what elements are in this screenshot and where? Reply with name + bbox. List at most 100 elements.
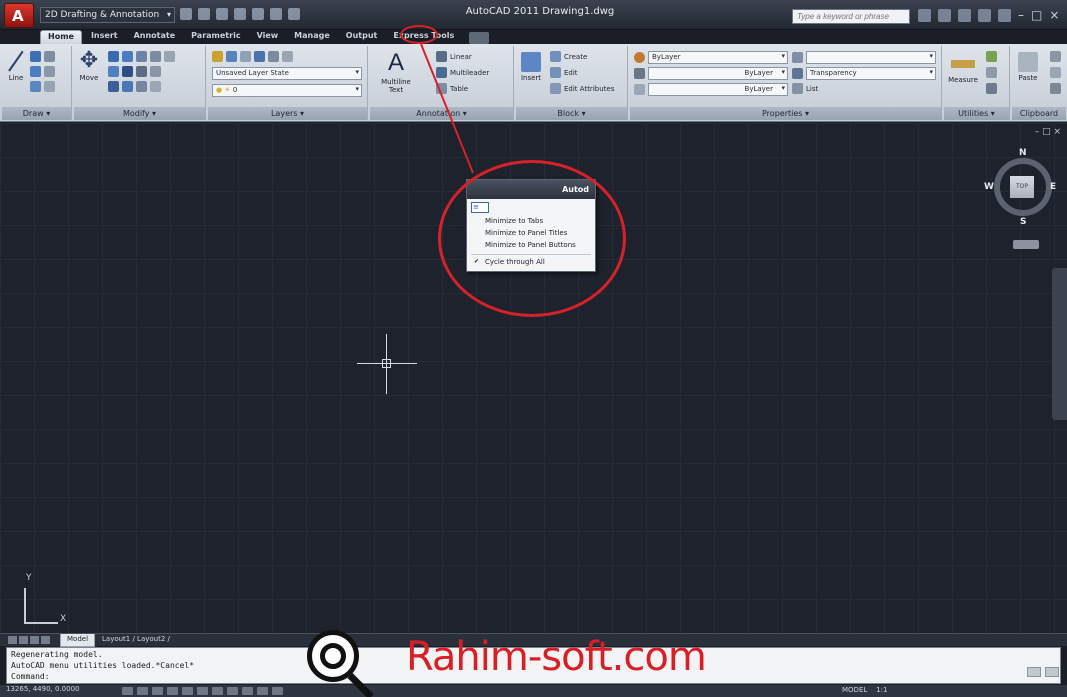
offset-icon[interactable] [122,81,133,92]
match-icon[interactable] [1050,83,1061,94]
grid-icon[interactable] [137,687,148,695]
viewcube[interactable]: TOP N S E W [984,148,1056,227]
create-label[interactable]: Create [564,53,587,61]
array-icon[interactable] [136,66,147,77]
multiline-text-button[interactable]: A Multiline Text [374,50,418,95]
tab-output[interactable]: Output [339,30,385,44]
layer-freeze-icon[interactable] [268,51,279,62]
osnap-icon[interactable] [182,687,193,695]
save-icon[interactable] [216,8,228,20]
undo-icon[interactable] [252,8,264,20]
tab-manage[interactable]: Manage [287,30,337,44]
insert-button[interactable]: Insert [518,50,544,82]
plot-style-icon[interactable] [792,52,803,63]
dyn-icon[interactable] [227,687,238,695]
layout-nav-arrows[interactable] [8,636,50,644]
compass-east[interactable]: E [1050,182,1056,192]
plot-style-dropdown[interactable] [806,51,936,64]
linear-label[interactable]: Linear [450,53,472,61]
join-icon[interactable] [150,81,161,92]
tab-model[interactable]: Model [60,634,96,647]
mirror-icon[interactable] [150,51,161,62]
annotation-scale[interactable]: 1:1 [876,686,887,694]
circle-icon[interactable] [30,66,41,77]
viewport-controls[interactable]: – □ × [1035,127,1061,137]
tab-home[interactable]: Home [40,30,82,44]
table-label[interactable]: Table [450,85,468,93]
break-icon[interactable] [136,81,147,92]
explode-icon[interactable] [150,66,161,77]
cursor-coordinates[interactable]: 13265, 4490, 0.0000 [6,685,79,693]
move-button[interactable]: ✥ Move [76,50,102,83]
cut-icon[interactable] [1050,51,1061,62]
layer-isolate-icon[interactable] [254,51,265,62]
hatch-icon[interactable] [44,81,55,92]
tab-layouts[interactable]: Layout1 / Layout2 / [96,634,176,647]
qp-icon[interactable] [257,687,268,695]
quick-select-icon[interactable] [986,51,997,62]
ortho-icon[interactable] [152,687,163,695]
polar-icon[interactable] [167,687,178,695]
communication-icon[interactable] [958,9,971,22]
panel-title-properties[interactable]: Properties ▾ [630,107,941,120]
paste-button[interactable]: Paste [1014,50,1042,82]
copy-clip-icon[interactable] [1050,67,1061,78]
color-dropdown[interactable]: ByLayer [648,51,788,64]
workspace-dropdown[interactable]: 2D Drafting & Annotation ▾ [40,7,175,23]
snap-icon[interactable] [122,687,133,695]
ducs-icon[interactable] [212,687,223,695]
tab-insert[interactable]: Insert [84,30,125,44]
layer-dropdown[interactable]: ● ☀ 0 [212,84,362,97]
scroll-left-icon[interactable] [1027,667,1041,677]
wcs-menu-button[interactable] [1013,240,1039,249]
scroll-right-icon[interactable] [1045,667,1059,677]
tab-view[interactable]: View [250,30,286,44]
layer-icon[interactable] [226,51,237,62]
point-style-icon[interactable] [986,67,997,78]
multileader-label[interactable]: Multileader [450,69,489,77]
linetype-dropdown[interactable]: ByLayer [648,67,788,80]
redo-icon[interactable] [270,8,282,20]
application-menu-button[interactable]: A [4,3,34,28]
edit-attributes-label[interactable]: Edit Attributes [564,85,614,93]
layer-lock-icon[interactable] [282,51,293,62]
layer-state-dropdown[interactable]: Unsaved Layer State [212,67,362,80]
minimize-icon[interactable]: – [1018,9,1024,22]
maximize-icon[interactable]: □ [1031,9,1042,22]
sc-icon[interactable] [272,687,283,695]
panel-title-draw[interactable]: Draw ▾ [2,107,71,120]
plot-icon[interactable] [234,8,246,20]
match-properties-icon[interactable] [634,52,645,63]
stretch-icon[interactable] [108,66,119,77]
transparency-dropdown[interactable]: Transparency [806,67,936,80]
panel-title-annotation[interactable]: Annotation ▾ [370,107,513,120]
trim-icon[interactable] [122,51,133,62]
tab-parametric[interactable]: Parametric [184,30,247,44]
list-label[interactable]: List [806,85,818,93]
new-icon[interactable] [180,8,192,20]
tab-annotate[interactable]: Annotate [127,30,183,44]
layer-off-icon[interactable] [240,51,251,62]
help-icon[interactable] [998,9,1011,22]
open-icon[interactable] [198,8,210,20]
navigation-bar[interactable] [1052,268,1067,420]
model-space-toggle[interactable]: MODEL [842,686,867,694]
compass-west[interactable]: W [984,182,994,192]
panel-title-block[interactable]: Block ▾ [516,107,627,120]
otrack-icon[interactable] [197,687,208,695]
viewcube-top-face[interactable]: TOP [1010,176,1034,198]
line-button[interactable]: Line [6,50,26,82]
panel-title-layers[interactable]: Layers ▾ [208,107,367,120]
subscription-icon[interactable] [938,9,951,22]
panel-title-clipboard[interactable]: Clipboard [1012,107,1066,120]
search-input[interactable] [792,9,910,24]
panel-title-modify[interactable]: Modify ▾ [74,107,205,120]
copy-icon[interactable] [136,51,147,62]
calculator-icon[interactable] [986,83,997,94]
favorites-icon[interactable] [978,9,991,22]
erase-icon[interactable] [108,81,119,92]
polyline-icon[interactable] [30,51,41,62]
measure-button[interactable]: Measure [948,50,978,84]
close-icon[interactable]: × [1049,9,1059,22]
layer-properties-icon[interactable] [212,51,223,62]
